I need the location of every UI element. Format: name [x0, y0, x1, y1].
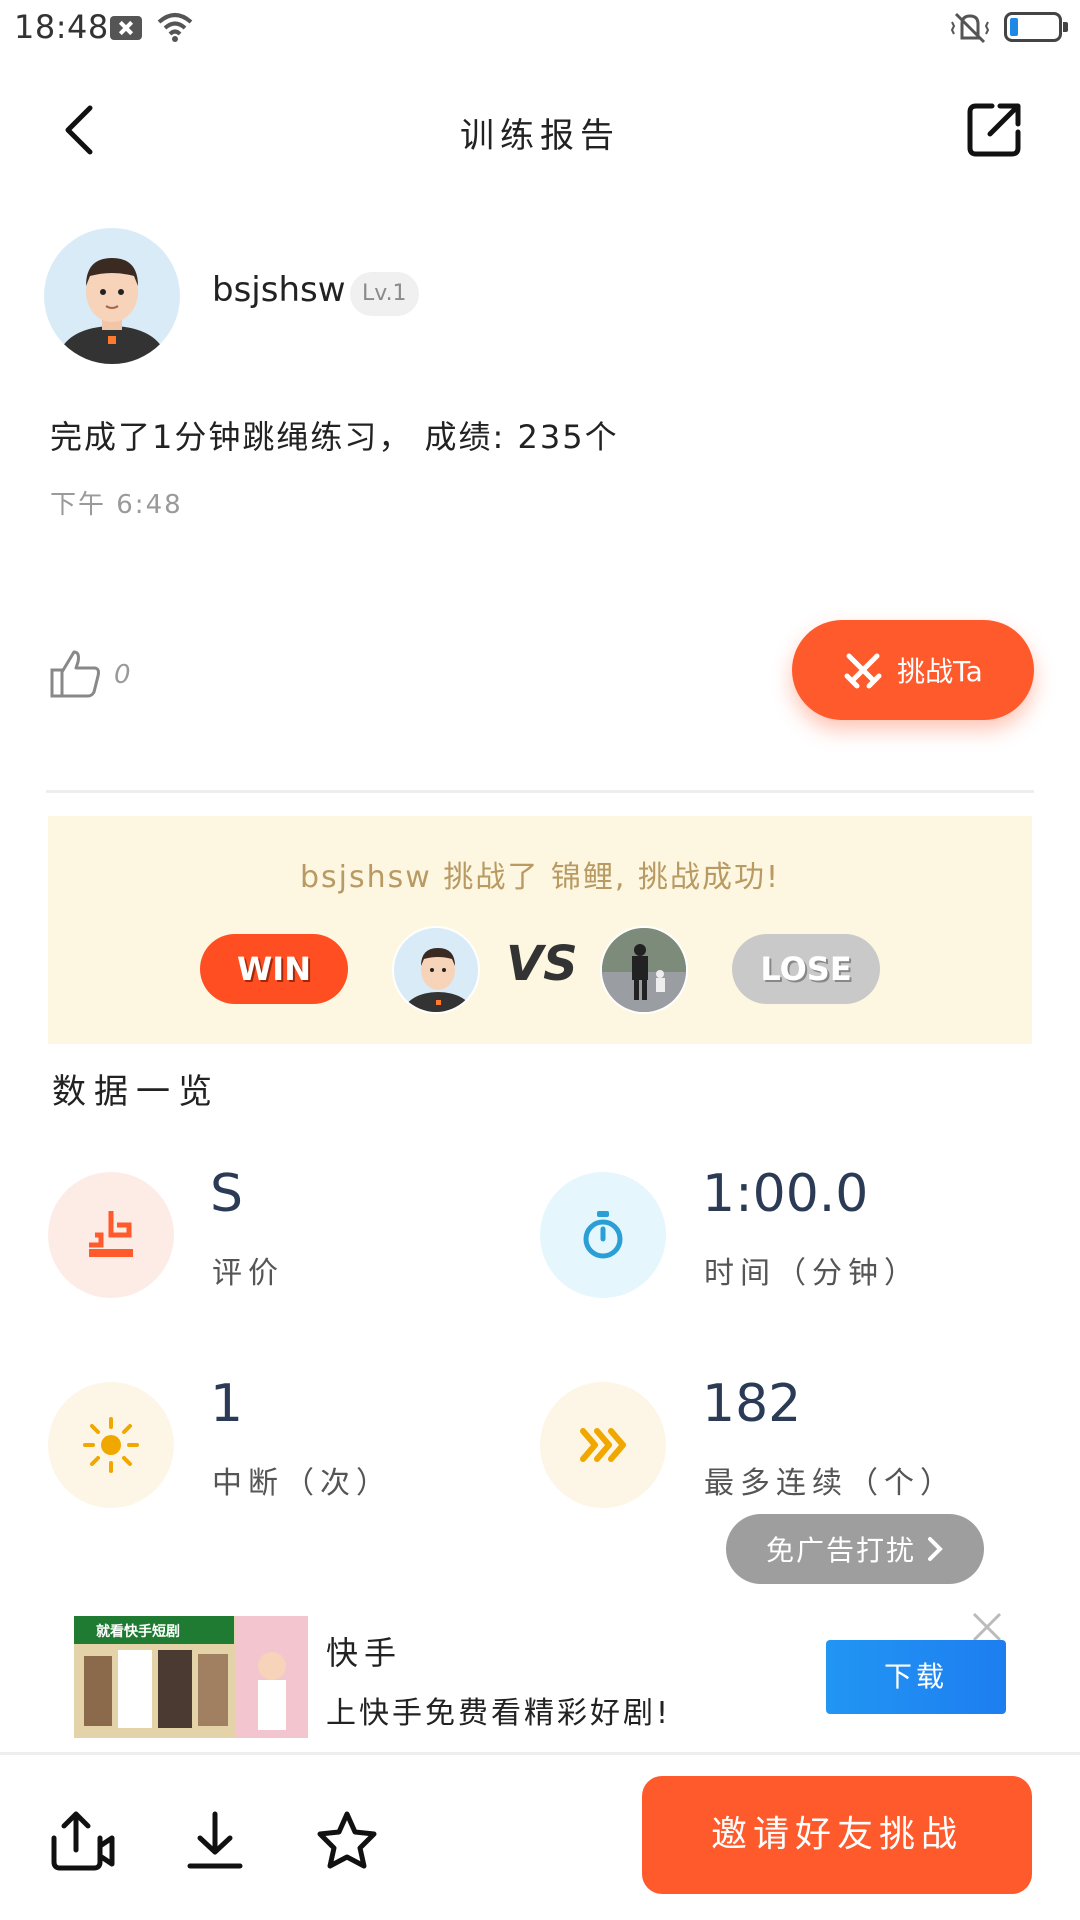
opponent-avatar[interactable]: [600, 926, 688, 1014]
challenge-result-card: bsjshsw 挑战了 锦鲤, 挑战成功! WIN VS LOSE: [48, 816, 1032, 1044]
training-time: 下午 6:48: [50, 490, 183, 520]
battery-icon: [1004, 12, 1068, 42]
rating-value: S: [210, 1164, 244, 1224]
rating-label: 评价: [212, 1256, 284, 1291]
like-count: 0: [114, 660, 131, 690]
status-bar: 18:48: [0, 0, 1080, 60]
thumbs-up-icon[interactable]: [48, 646, 104, 702]
challenger-avatar[interactable]: [392, 926, 480, 1014]
export-icon[interactable]: [46, 1806, 116, 1876]
wifi-icon: [157, 13, 193, 42]
header: 训练报告: [0, 80, 1080, 180]
status-time: 18:48: [14, 8, 109, 46]
training-summary: 完成了1分钟跳绳练习， 成绩: 235个: [50, 418, 619, 456]
username: bsjshsw: [212, 270, 346, 310]
lose-badge: LOSE: [732, 934, 880, 1004]
interruptions-label: 中断（次）: [212, 1466, 392, 1501]
chevron-right-icon: [928, 1537, 943, 1561]
avatar[interactable]: [44, 228, 180, 364]
result-text: bsjshsw 挑战了 锦鲤, 挑战成功!: [300, 860, 780, 895]
vs-label: VS: [506, 936, 578, 992]
invite-friends-button[interactable]: 邀请好友挑战: [642, 1776, 1032, 1894]
ad-brand: 快手: [326, 1634, 403, 1672]
section-title: 数据一览: [52, 1072, 220, 1112]
vibrate-icon: [950, 12, 990, 44]
challenge-ta-label: 挑战Ta: [897, 655, 983, 688]
notification-icon: [110, 16, 142, 40]
share-icon[interactable]: [962, 98, 1026, 162]
download-icon[interactable]: [180, 1806, 250, 1876]
page-title: 训练报告: [460, 116, 620, 156]
no-ads-button[interactable]: 免广告打扰: [726, 1514, 984, 1584]
ad-download-button[interactable]: 下载: [826, 1640, 1006, 1714]
challenge-ta-button[interactable]: 挑战Ta: [792, 620, 1034, 720]
no-ads-label: 免广告打扰: [765, 1534, 916, 1567]
close-icon[interactable]: [970, 1610, 1004, 1644]
crossed-swords-icon: [844, 653, 882, 689]
ad-description: 上快手免费看精彩好剧!: [326, 1696, 672, 1731]
interruptions-value: 1: [210, 1374, 244, 1434]
level-badge: Lv.1: [350, 272, 419, 316]
ad-image-caption: 就看快手短剧: [92, 1620, 184, 1642]
stopwatch-icon: [540, 1172, 666, 1298]
time-label: 时间（分钟）: [704, 1256, 920, 1291]
divider: [46, 790, 1034, 793]
ad-image[interactable]: 就看快手短剧: [74, 1616, 308, 1738]
max-streak-label: 最多连续（个）: [704, 1466, 956, 1501]
time-value: 1:00.0: [702, 1164, 869, 1224]
sun-icon: [48, 1382, 174, 1508]
bottom-divider: [0, 1752, 1080, 1755]
max-streak-value: 182: [702, 1374, 802, 1434]
chevrons-icon: [540, 1382, 666, 1508]
rating-icon: [48, 1172, 174, 1298]
star-icon[interactable]: [312, 1806, 382, 1876]
win-badge: WIN: [200, 934, 348, 1004]
